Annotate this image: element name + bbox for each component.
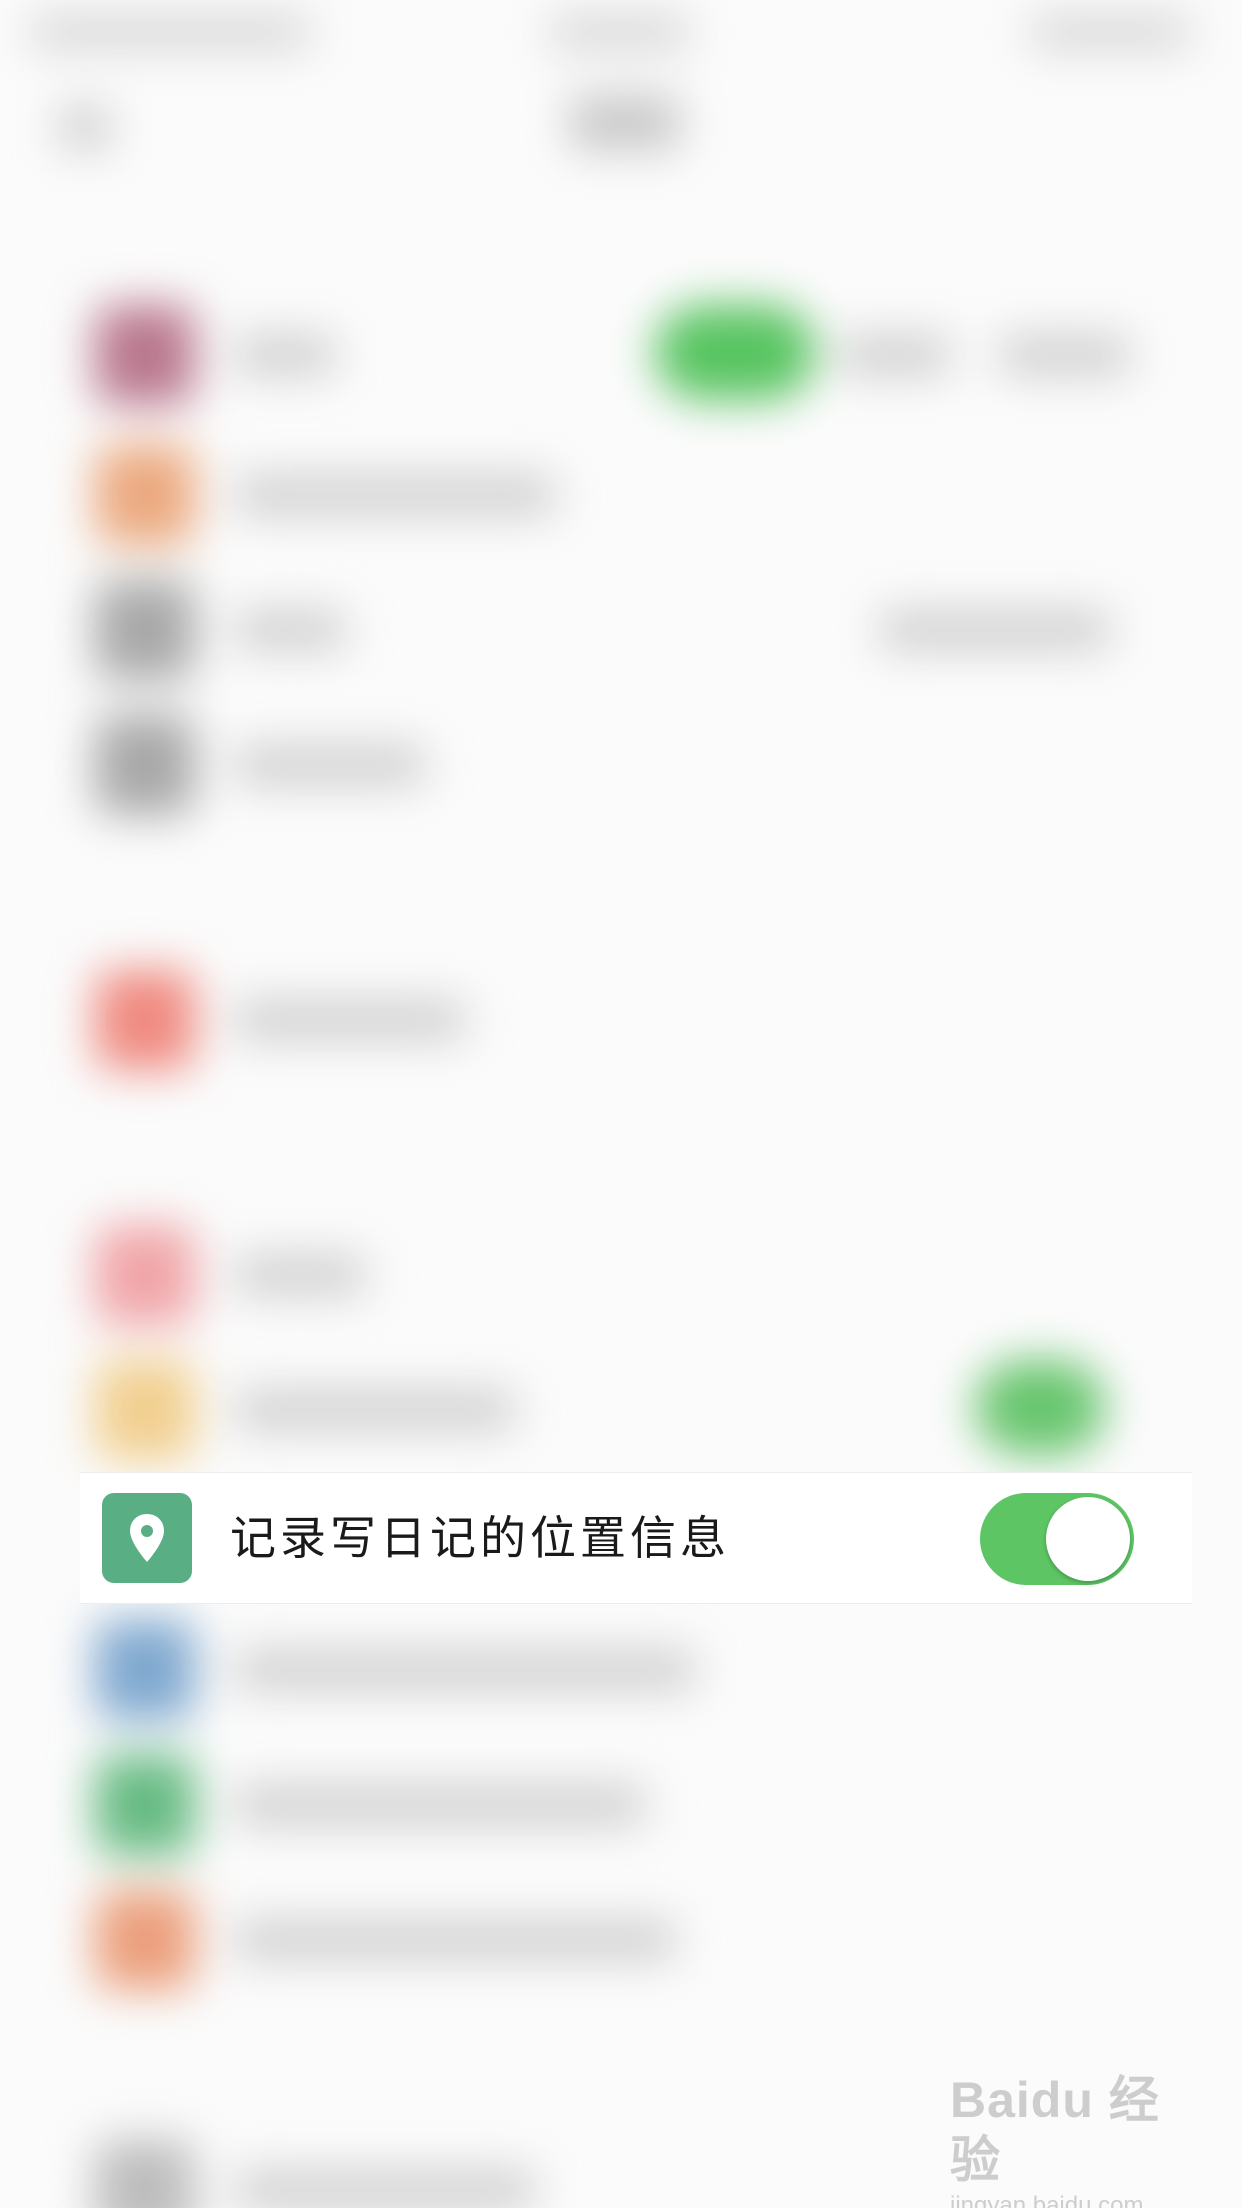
row-icon xyxy=(95,1360,195,1460)
location-setting-label: 记录写日记的位置信息 xyxy=(230,1511,730,1565)
status-bar-time xyxy=(550,15,690,49)
blurred-settings-list xyxy=(0,0,1242,2208)
row-icon xyxy=(95,970,195,1070)
settings-screen: 记录写日记的位置信息 Baidu 经验 jingyan.baidu.com xyxy=(0,0,1242,2208)
row-label xyxy=(235,745,425,785)
row-icon xyxy=(95,2140,195,2208)
row-icon xyxy=(95,1890,195,1990)
watermark-url: jingyan.baidu.com xyxy=(950,2192,1144,2208)
row-icon xyxy=(95,305,195,405)
segment-option xyxy=(840,335,950,375)
row-icon xyxy=(95,1225,195,1325)
segment-selected xyxy=(655,305,815,400)
row-label xyxy=(235,1000,465,1040)
nav-back-button xyxy=(60,105,110,150)
row-label xyxy=(235,1785,645,1825)
status-bar-battery xyxy=(1030,15,1190,49)
location-setting-row: 记录写日记的位置信息 xyxy=(80,1472,1192,1604)
row-label xyxy=(235,1390,515,1430)
row-label xyxy=(235,1255,365,1295)
location-toggle[interactable] xyxy=(980,1493,1134,1585)
location-pin-icon xyxy=(102,1493,192,1583)
row-icon xyxy=(95,1620,195,1720)
segment-option xyxy=(1000,335,1130,375)
row-label xyxy=(235,1650,695,1690)
row-icon xyxy=(95,1755,195,1855)
status-bar-carrier xyxy=(30,15,310,49)
row-label xyxy=(235,610,345,650)
toggle-knob xyxy=(1046,1497,1130,1581)
row-icon xyxy=(95,580,195,680)
row-icon xyxy=(95,715,195,815)
nav-title xyxy=(570,95,680,150)
toggle-on xyxy=(975,1360,1105,1455)
watermark-logo: Baidu 经验 xyxy=(950,2072,1160,2188)
row-label xyxy=(235,1920,675,1960)
row-label xyxy=(235,2170,535,2208)
baidu-watermark: Baidu 经验 jingyan.baidu.com xyxy=(950,2070,1180,2208)
row-label xyxy=(235,335,335,375)
location-pin-glyph xyxy=(130,1514,164,1562)
row-value xyxy=(880,610,1110,650)
row-icon xyxy=(95,445,195,545)
row-label xyxy=(235,475,555,515)
